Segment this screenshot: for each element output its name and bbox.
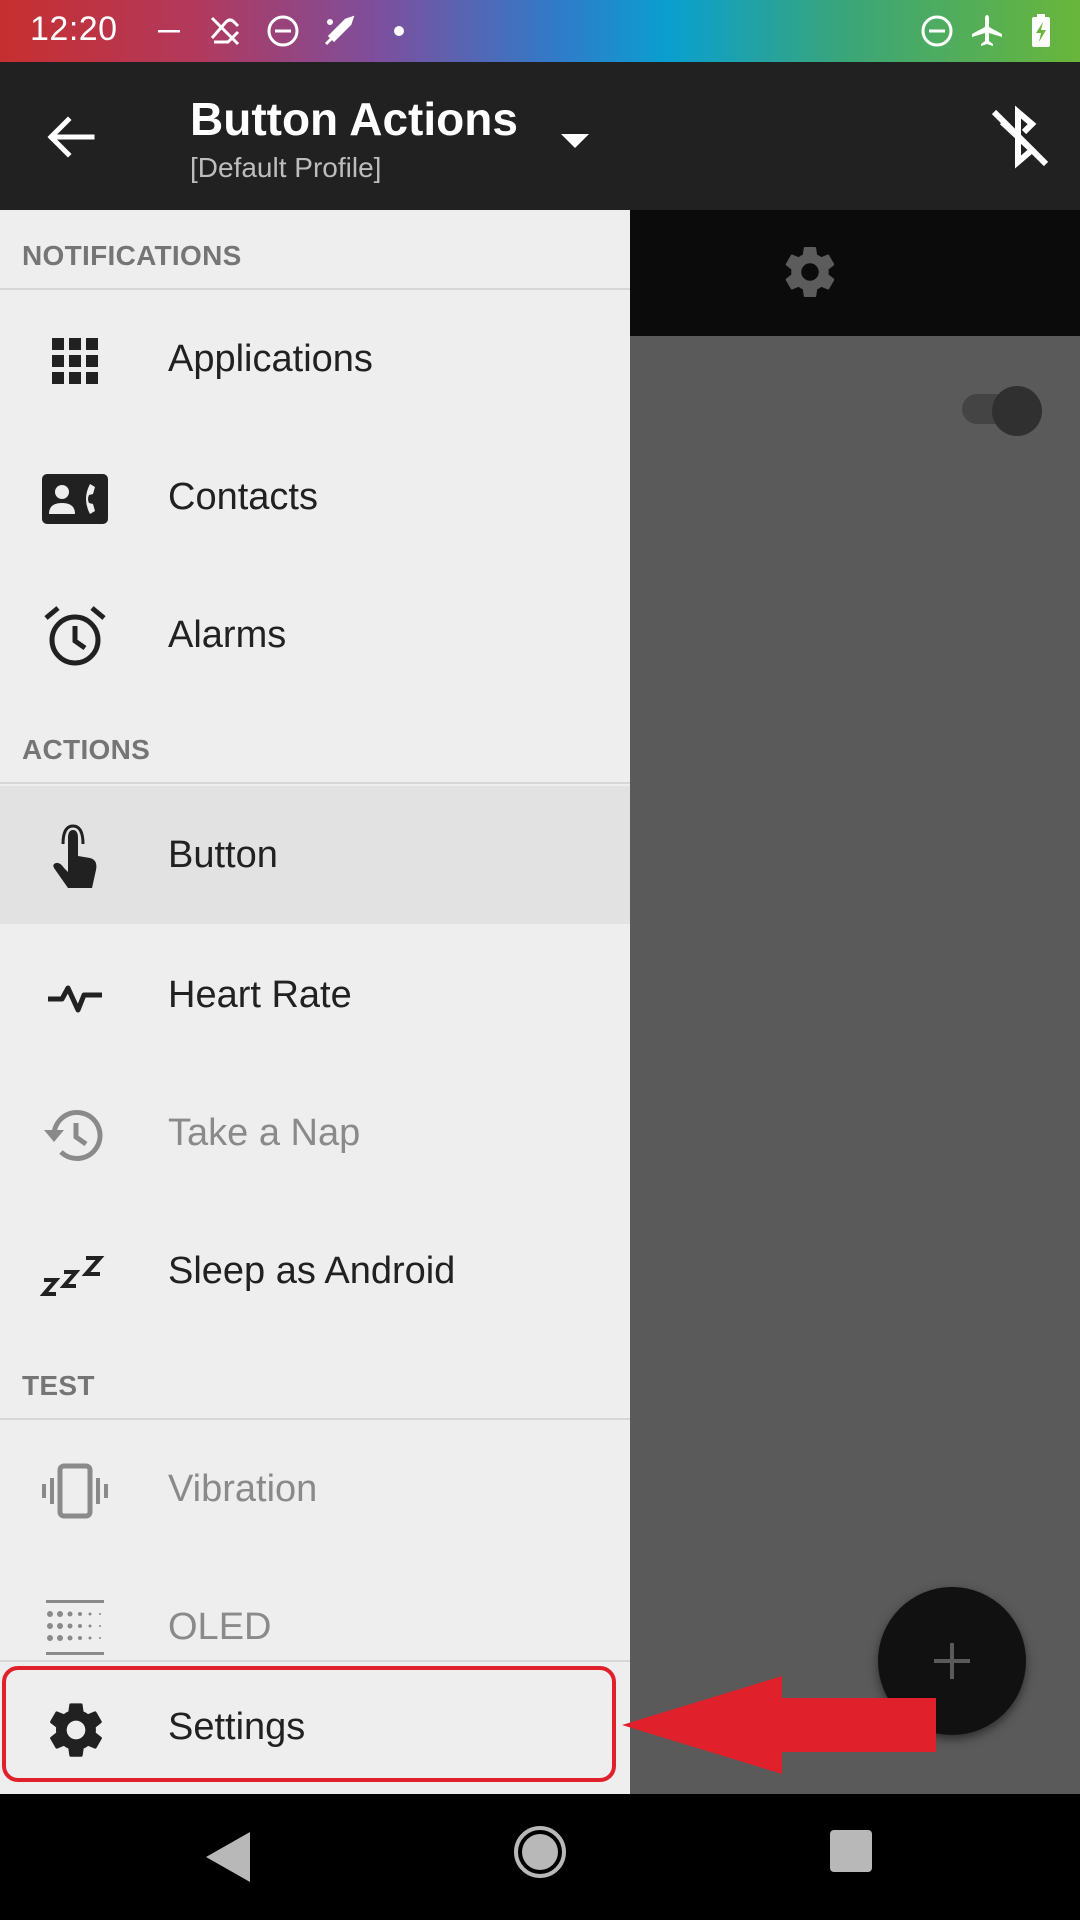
section-header-test: TEST (0, 1340, 630, 1420)
section-header-label: NOTIFICATIONS (22, 240, 242, 271)
data-saver-icon (324, 15, 355, 46)
nav-recents-icon[interactable] (830, 1830, 872, 1872)
drawer-item-label: Applications (168, 338, 373, 380)
nav-back-icon[interactable] (200, 1828, 260, 1886)
section-header-actions: ACTIONS (0, 704, 630, 784)
drawer-item-label: Heart Rate (168, 974, 352, 1016)
content-tab-bar (630, 210, 1080, 336)
section-header-notifications: NOTIFICATIONS (0, 210, 630, 290)
drawer-item-heart-rate[interactable]: Heart Rate (0, 926, 630, 1064)
drawer-item-vibration[interactable]: Vibration (0, 1420, 630, 1558)
airplane-mode-icon (972, 15, 1002, 46)
section-header-label: ACTIONS (22, 734, 151, 765)
oled-dots-icon (46, 1600, 104, 1655)
apps-grid-icon (52, 338, 98, 384)
minus-icon (158, 30, 180, 33)
take-a-nap-disabled-style (0, 1064, 630, 1202)
drawer-item-label: Alarms (168, 614, 287, 656)
drawer-item-applications[interactable]: Applications (0, 290, 630, 428)
touch-hand-icon (53, 824, 97, 888)
battery-charging-icon (1032, 14, 1050, 47)
status-bar: 12:20 (0, 0, 1080, 62)
status-time: 12:20 (30, 10, 118, 48)
system-nav-bar (0, 1794, 1080, 1920)
drawer-item-label: OLED (168, 1606, 272, 1648)
section-header-label: TEST (22, 1370, 95, 1401)
heart-rate-icon (48, 985, 102, 1013)
nav-home-icon[interactable] (512, 1824, 568, 1880)
bluetooth-disabled-icon[interactable] (980, 98, 1058, 176)
screen-rotation-off-icon (210, 16, 240, 46)
toggle-switch (992, 386, 1042, 436)
alarm-clock-icon (44, 606, 106, 666)
settings-highlight-box (2, 1666, 616, 1782)
drawer-item-label: Button (168, 834, 278, 876)
main-content-scrim (630, 210, 1080, 1794)
do-not-disturb-icon (267, 15, 299, 47)
vibration-icon (42, 1463, 108, 1519)
drawer-item-button[interactable]: Button (0, 786, 630, 924)
app-toolbar: Button Actions [Default Profile] (0, 62, 1080, 210)
drawer-item-label: Contacts (168, 476, 318, 518)
toolbar-subtitle[interactable]: [Default Profile] (190, 152, 381, 184)
drawer-item-alarms[interactable]: Alarms (0, 566, 630, 704)
red-arrow-annotation (622, 1676, 936, 1774)
drawer-item-label: Sleep as Android (168, 1250, 456, 1292)
do-not-disturb-icon (921, 15, 953, 47)
dropdown-arrow-icon[interactable] (556, 126, 594, 156)
toolbar-title[interactable]: Button Actions (190, 92, 518, 146)
contact-phone-icon (42, 474, 108, 524)
drawer-item-contacts[interactable]: Contacts (0, 428, 630, 566)
drawer-item-label: Vibration (168, 1468, 318, 1510)
sleep-zzz-icon (40, 1256, 105, 1296)
notification-dot-icon (394, 26, 404, 36)
drawer-item-sleep-as-android[interactable]: Sleep as Android (0, 1202, 630, 1340)
back-arrow-icon[interactable] (36, 102, 106, 172)
navigation-drawer: NOTIFICATIONS Applications Contacts Alar… (0, 210, 630, 1794)
gear-icon (785, 247, 835, 298)
